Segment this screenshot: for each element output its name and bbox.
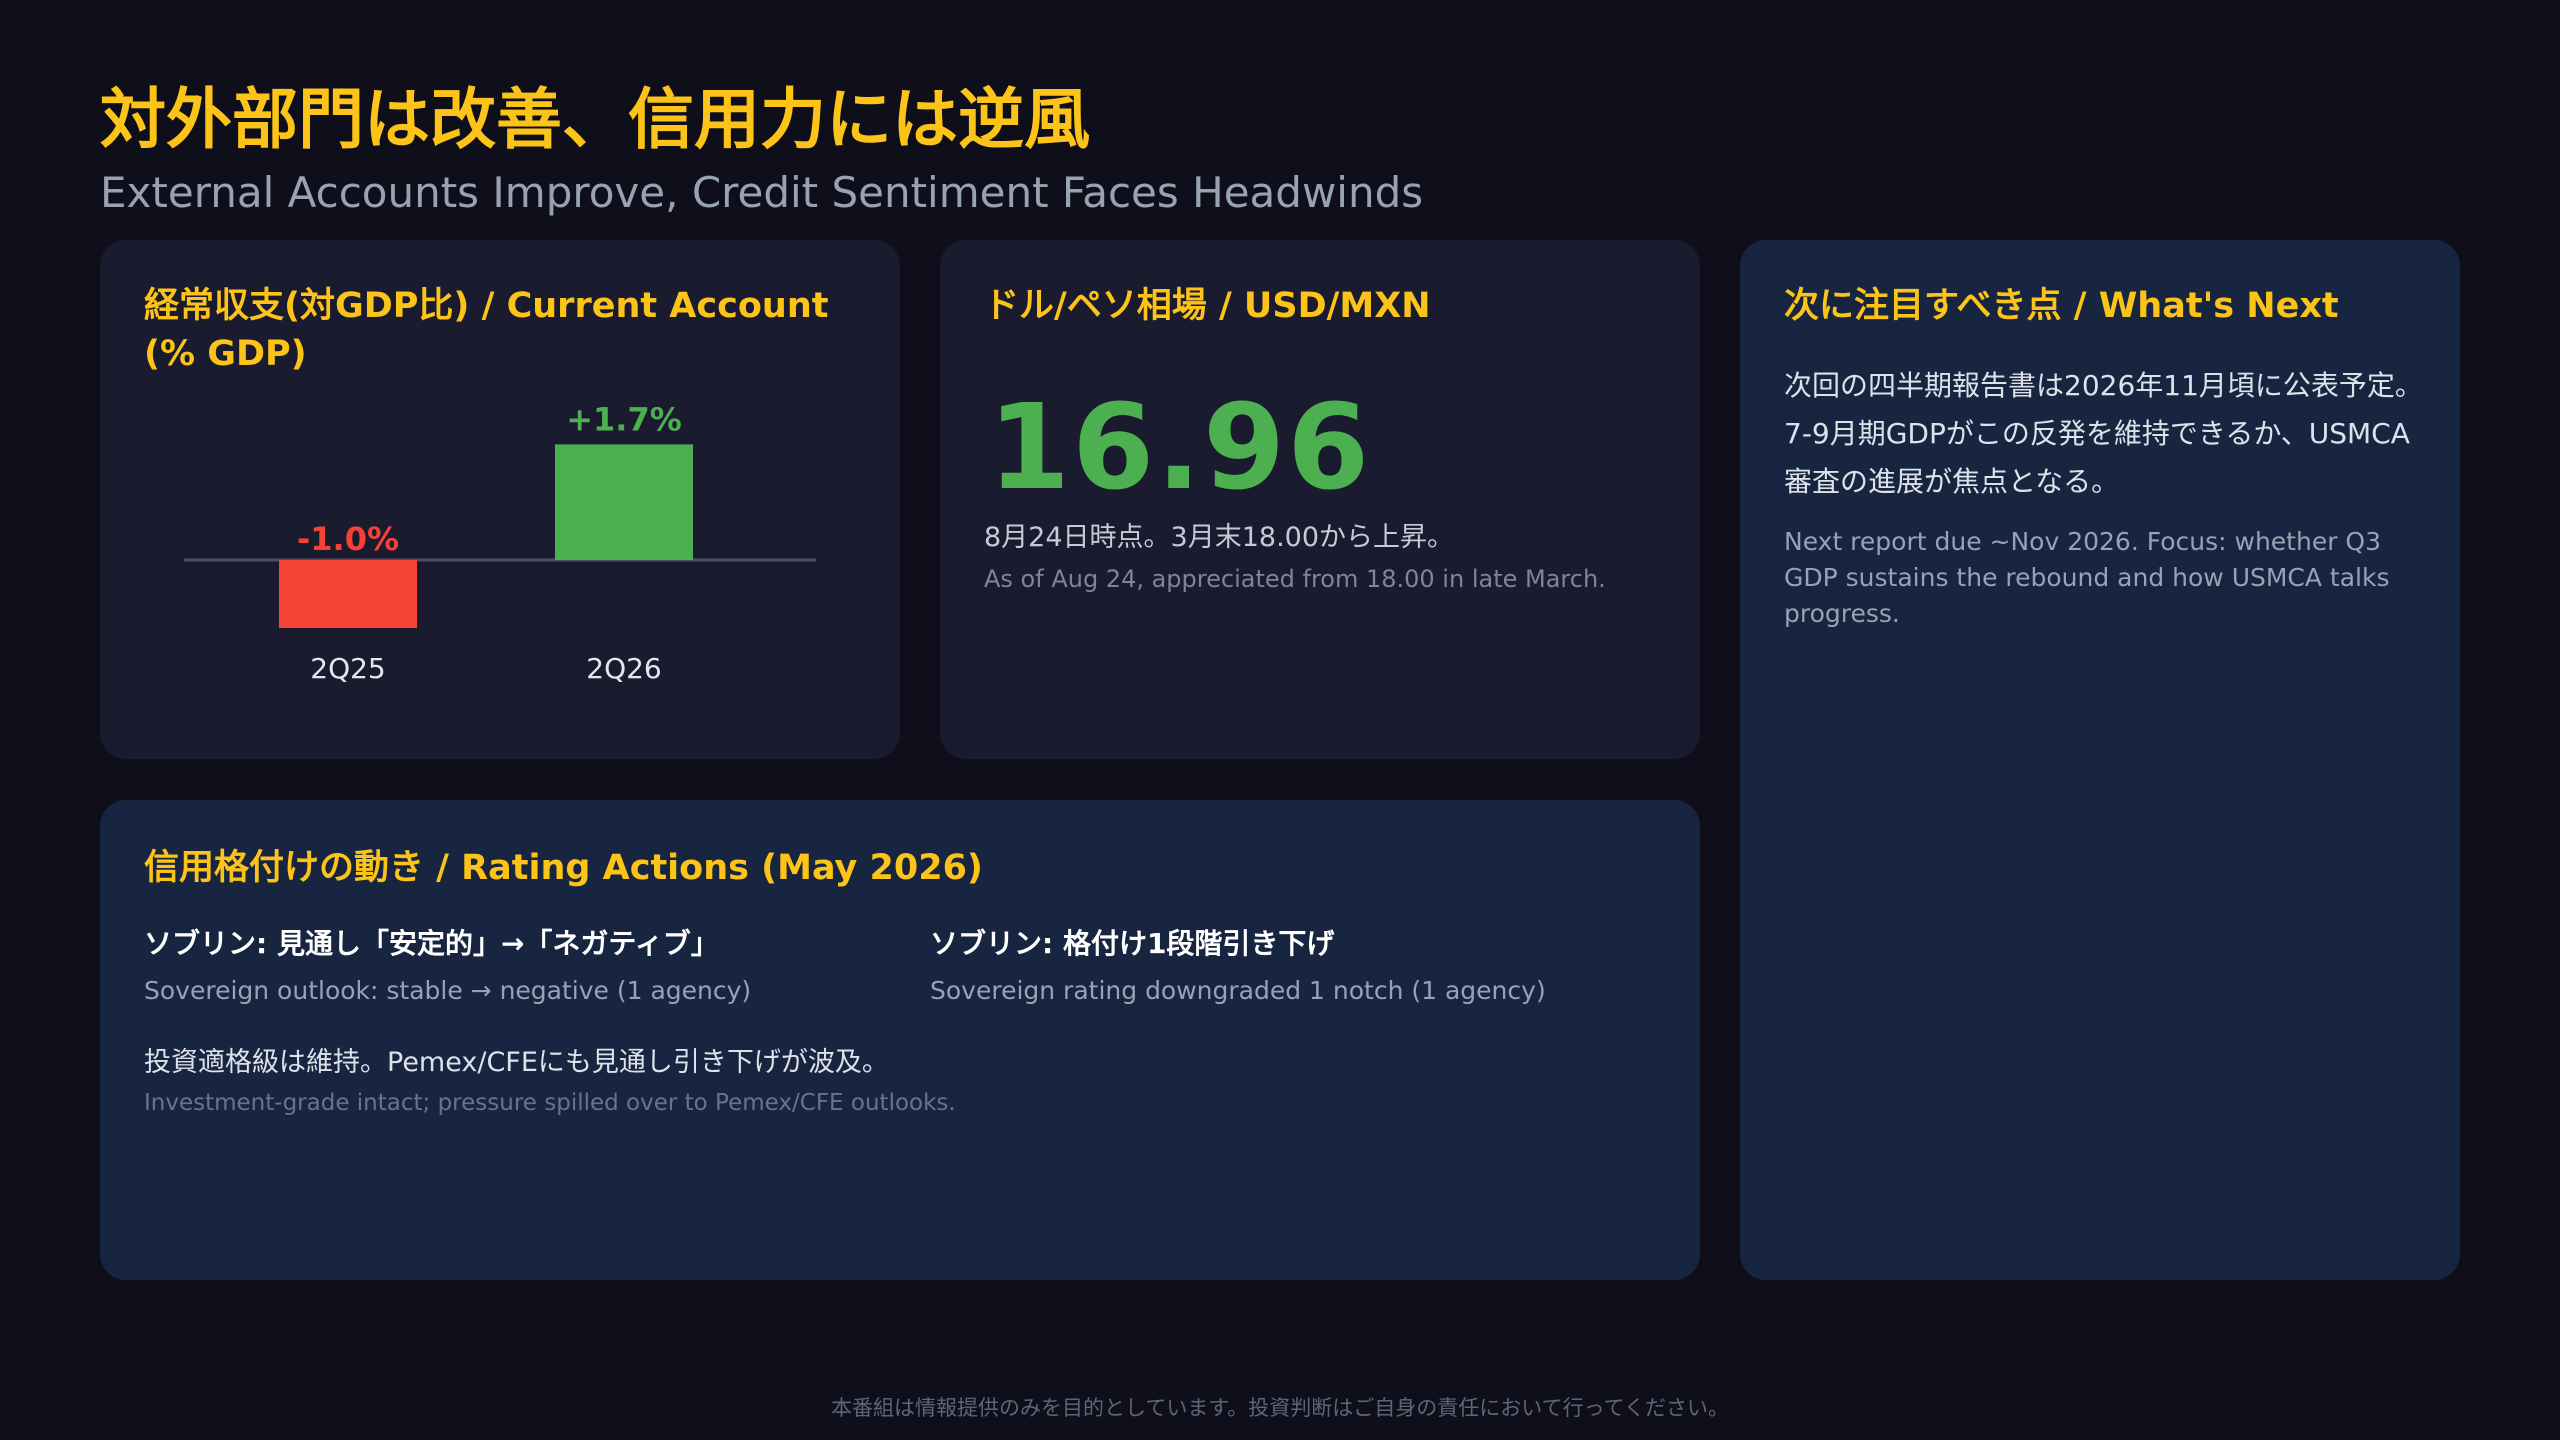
page-title: 対外部門は改善、信用力には逆風 [100,81,1090,158]
rating-summary-jp: 投資適格級は維持。Pemex/CFEにも見通し引き下げが波及。 [144,1047,889,1078]
disclaimer: 本番組は情報提供のみを目的としています。投資判断はご自身の責任において行ってくだ… [831,1396,1729,1420]
whats-next-text-jp: 次回の四半期報告書は2026年11月頃に公表予定。7-9月期GDPがこの反発を維… [1784,369,2423,498]
bar [555,444,693,560]
rating-card: 信用格付けの動き / Rating Actions (May 2026) ソブリ… [100,800,1700,1280]
rating-summary-en: Investment-grade intact; pressure spille… [144,1090,956,1116]
whats-next-title: 次に注目すべき点 / What's Next [1784,286,2339,326]
data-label: -1.0% [297,520,399,558]
current-account-card: 経常収支(対GDP比) / Current Account (% GDP) -1… [100,240,900,759]
whats-next-card: 次に注目すべき点 / What's Next 次回の四半期報告書は2026年11… [1740,240,2460,1280]
page-subtitle: External Accounts Improve, Credit Sentim… [100,168,1424,217]
fx-note-en: As of Aug 24, appreciated from 18.00 in … [984,565,1606,593]
rating-item-jp: ソブリン: 格付け1段階引き下げ [930,927,1335,960]
whats-next-text-en: Next report due ~Nov 2026. Focus: whethe… [1784,527,2390,628]
fx-value: 16.96 [988,378,1372,516]
current-account-chart: -1.0% 2Q25 +1.7% 2Q26 [184,400,816,685]
category-label: 2Q25 [310,652,385,685]
fx-card: ドル/ペソ相場 / USD/MXN 16.96 8月24日時点。3月末18.00… [940,240,1700,759]
fx-note-jp: 8月24日時点。3月末18.00から上昇。 [984,522,1455,553]
rating-title: 信用格付けの動き / Rating Actions (May 2026) [144,848,983,888]
category-label: 2Q26 [586,652,661,685]
bar [279,560,417,628]
rating-item-jp: ソブリン: 見通し「安定的」→「ネガティブ」 [144,927,719,960]
rating-item: ソブリン: 見通し「安定的」→「ネガティブ」 Sovereign outlook… [144,922,751,1005]
rating-item-en: Sovereign outlook: stable → negative (1 … [144,976,752,1005]
data-label: +1.7% [566,400,682,438]
fx-title: ドル/ペソ相場 / USD/MXN [984,286,1431,326]
rating-item-en: Sovereign rating downgraded 1 notch (1 a… [930,976,1546,1005]
rating-item: ソブリン: 格付け1段階引き下げ Sovereign rating downgr… [930,922,1546,1005]
